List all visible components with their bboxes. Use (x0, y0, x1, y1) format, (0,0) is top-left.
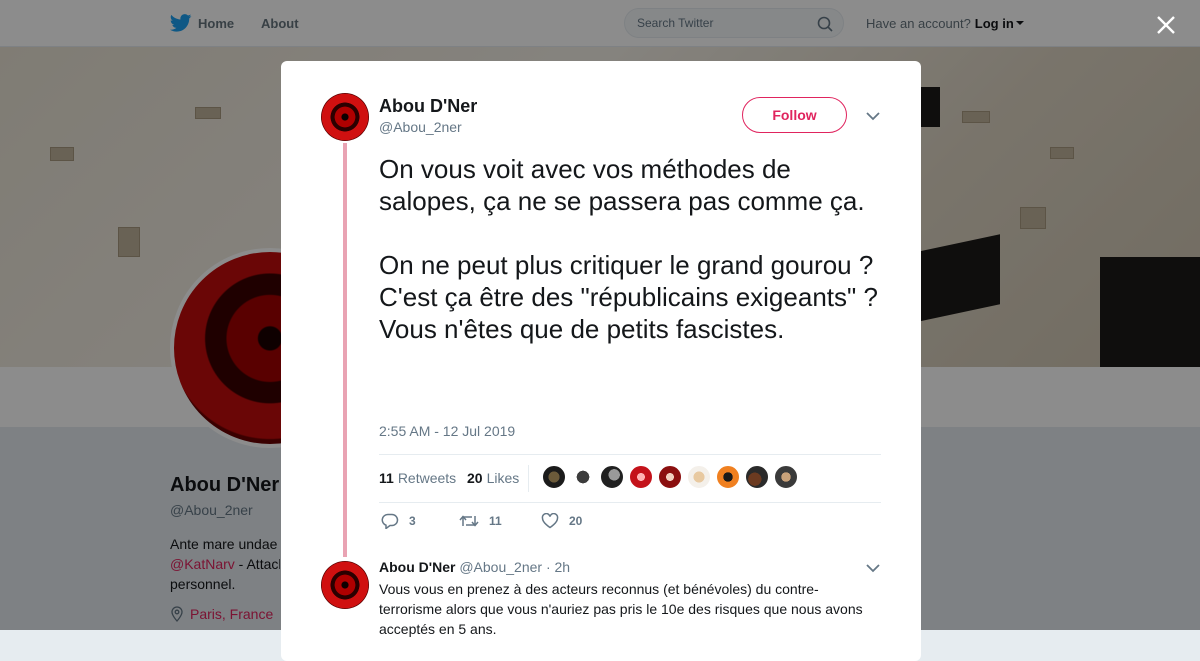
heart-icon (541, 513, 559, 529)
retweet-icon (459, 515, 479, 527)
like-action[interactable]: 20 (541, 513, 582, 529)
author-avatar[interactable] (321, 93, 369, 141)
liker-avatar[interactable] (658, 465, 682, 489)
author-handle[interactable]: @Abou_2ner (379, 119, 462, 135)
reply-author-avatar[interactable] (321, 561, 369, 609)
liker-avatar[interactable] (774, 465, 798, 489)
retweets-count: 11 (379, 470, 394, 486)
reply-time[interactable]: · 2h (546, 559, 570, 575)
retweet-action[interactable]: 11 (459, 513, 502, 529)
likes-label: Likes (486, 470, 520, 486)
reply-author-name[interactable]: Abou D'Ner (379, 559, 455, 575)
like-action-count: 20 (569, 514, 583, 528)
chevron-down-icon[interactable] (866, 111, 880, 121)
reply-action[interactable]: 3 (381, 513, 416, 529)
liker-avatar[interactable] (716, 465, 740, 489)
liker-avatar[interactable] (571, 465, 595, 489)
likes-count: 20 (467, 470, 483, 486)
thread-connector-line (343, 143, 347, 557)
liker-avatar[interactable] (687, 465, 711, 489)
tweet-stats: 11 Retweets 20 Likes (379, 454, 881, 503)
reply-chevron-down-icon[interactable] (866, 563, 880, 573)
reply-icon (381, 513, 399, 529)
close-icon[interactable] (1153, 12, 1179, 38)
reply-text: Vous vous en prenez à des acteurs reconn… (379, 581, 863, 637)
tweet-modal: Abou D'Ner @Abou_2ner Follow On vous voi… (281, 61, 921, 661)
tweet-timestamp[interactable]: 2:55 AM - 12 Jul 2019 (379, 423, 515, 439)
reply-header: Abou D'Ner @Abou_2ner · 2h (379, 559, 570, 575)
stats-divider (528, 465, 529, 492)
follow-button[interactable]: Follow (742, 97, 847, 133)
retweets-label: Retweets (397, 470, 457, 486)
retweet-action-count: 11 (489, 514, 502, 528)
liker-avatar[interactable] (542, 465, 566, 489)
liker-avatar[interactable] (745, 465, 769, 489)
tweet-text: On vous voit avec vos méthodes de salope… (379, 154, 878, 344)
likes-stat[interactable]: 20 Likes (467, 470, 519, 486)
reply-count: 3 (409, 514, 416, 528)
author-name[interactable]: Abou D'Ner (379, 96, 477, 117)
retweets-stat[interactable]: 11 Retweets (379, 470, 456, 486)
reply-author-handle[interactable]: @Abou_2ner (459, 559, 542, 575)
liker-avatar[interactable] (629, 465, 653, 489)
liker-avatar[interactable] (600, 465, 624, 489)
